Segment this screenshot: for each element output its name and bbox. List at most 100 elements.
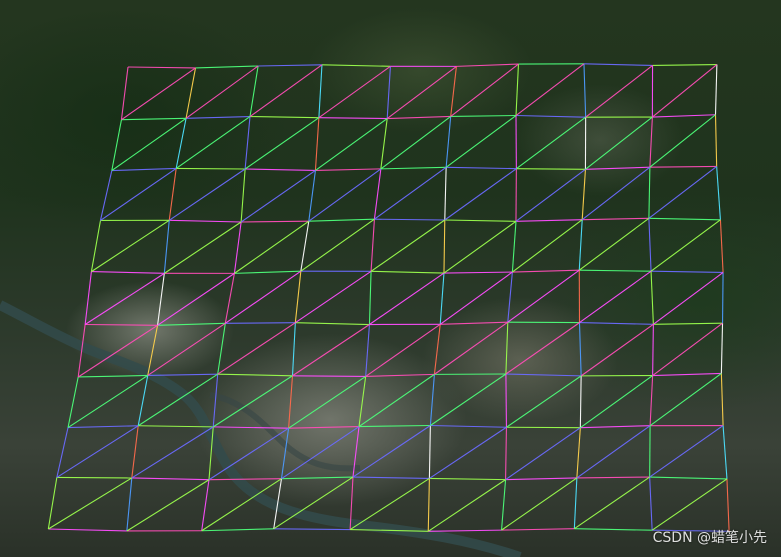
grid-vertical-segment — [111, 119, 122, 171]
grid-diagonal-segment — [157, 272, 235, 326]
grid-diagonal-segment — [295, 270, 372, 324]
grid-horizontal-segment — [444, 219, 516, 222]
grid-vertical-segment — [427, 478, 430, 532]
grid-diagonal-segment — [427, 479, 506, 532]
grid-vertical-segment — [244, 116, 251, 170]
grid-diagonal-segment — [581, 166, 651, 221]
grid-horizontal-segment — [292, 375, 366, 377]
grid-horizontal-segment — [428, 529, 502, 532]
grid-vertical-segment — [439, 273, 445, 325]
grid-diagonal-segment — [585, 65, 653, 118]
watermark: CSDN @蜡笔小先 — [652, 530, 767, 546]
grid-diagonal-segment — [369, 272, 445, 325]
grid-horizontal-segment — [583, 63, 653, 67]
grid-vertical-segment — [308, 170, 316, 222]
grid-vertical-segment — [578, 322, 582, 376]
grid-diagonal-segment — [450, 63, 519, 117]
grid-vertical-segment — [429, 374, 435, 426]
grid-diagonal-segment — [208, 427, 289, 481]
grid-diagonal-segment — [386, 65, 457, 119]
grid-vertical-segment — [185, 67, 197, 119]
grid-vertical-segment — [288, 375, 294, 429]
grid-horizontal-segment — [318, 117, 388, 120]
grid-diagonal-segment — [185, 65, 259, 119]
grid-vertical-segment — [450, 66, 457, 117]
grid-horizontal-segment — [648, 217, 721, 221]
grid-horizontal-segment — [501, 528, 575, 531]
grid-horizontal-segment — [450, 114, 517, 118]
grid-diagonal-segment — [501, 477, 578, 531]
grid-diagonal-segment — [249, 64, 323, 117]
grid-diagonal-segment — [175, 116, 251, 169]
grid-horizontal-segment — [157, 322, 226, 326]
grid-diagonal-segment — [512, 219, 583, 273]
grid-diagonal-segment — [444, 168, 517, 221]
grid-diagonal-segment — [580, 323, 654, 377]
grid-diagonal-segment — [244, 117, 320, 170]
grid-vertical-segment — [576, 427, 581, 478]
grid-horizontal-segment — [138, 425, 214, 428]
grid-diagonal-segment — [349, 477, 430, 531]
grid-diagonal-segment — [380, 116, 452, 170]
grid-vertical-segment — [240, 168, 246, 223]
grid-horizontal-segment — [48, 528, 127, 532]
grid-vertical-segment — [386, 66, 391, 119]
grid-horizontal-segment — [85, 323, 158, 326]
grid-diagonal-segment — [652, 322, 723, 376]
grid-diagonal-segment — [315, 118, 388, 171]
grid-vertical-segment — [99, 170, 113, 221]
grid-diagonal-segment — [653, 271, 724, 325]
grid-diagonal-segment — [77, 324, 158, 378]
grid-vertical-segment — [358, 376, 367, 427]
grid-vertical-segment — [648, 167, 651, 219]
grid-diagonal-segment — [430, 373, 507, 426]
grid-horizontal-segment — [574, 528, 653, 531]
grid-vertical-segment — [722, 425, 728, 479]
grid-diagonal-segment — [234, 220, 310, 274]
grid-diagonal-segment — [288, 375, 366, 429]
grid-horizontal-segment — [516, 168, 586, 170]
grid-diagonal-segment — [505, 427, 581, 481]
grid-vertical-segment — [131, 425, 139, 478]
grid-horizontal-segment — [651, 270, 724, 273]
grid-vertical-segment — [515, 64, 520, 116]
grid-diagonal-segment — [649, 425, 724, 478]
grid-diagonal-segment — [648, 166, 717, 219]
grid-horizontal-segment — [579, 269, 652, 272]
grid-vertical-segment — [505, 374, 507, 428]
grid-horizontal-segment — [245, 168, 316, 171]
grid-diagonal-segment — [121, 67, 196, 121]
grid-vertical-segment — [273, 478, 283, 529]
grid-horizontal-segment — [579, 322, 654, 325]
grid-horizontal-segment — [652, 372, 722, 377]
grid-vertical-segment — [90, 220, 102, 272]
grid-vertical-segment — [444, 167, 447, 221]
grid-diagonal-segment — [308, 168, 382, 222]
grid-vertical-segment — [233, 221, 242, 274]
grid-horizontal-segment — [131, 477, 210, 481]
grid-vertical-segment — [443, 219, 446, 274]
grid-diagonal-segment — [439, 271, 513, 325]
grid-vertical-segment — [505, 427, 507, 480]
grid-diagonal-segment — [506, 375, 582, 428]
grid-vertical-segment — [137, 375, 149, 426]
grid-vertical-segment — [428, 425, 431, 479]
grid-horizontal-segment — [217, 373, 293, 377]
grid-diagonal-segment — [100, 167, 177, 221]
grid-horizontal-segment — [225, 322, 296, 324]
grid-vertical-segment — [157, 273, 165, 326]
grid-vertical-segment — [249, 65, 259, 117]
grid-vertical-segment — [581, 169, 586, 220]
grid-horizontal-segment — [585, 166, 650, 170]
grid-diagonal-segment — [515, 168, 586, 222]
grid-horizontal-segment — [68, 425, 139, 429]
grid-horizontal-segment — [653, 322, 723, 325]
grid-vertical-segment — [714, 64, 718, 115]
grid-vertical-segment — [648, 218, 652, 272]
grid-vertical-segment — [721, 272, 724, 324]
grid-vertical-segment — [649, 117, 653, 168]
grid-horizontal-segment — [430, 424, 507, 428]
grid-diagonal-segment — [212, 375, 293, 428]
grid-horizontal-segment — [380, 166, 447, 170]
grid-vertical-segment — [67, 376, 79, 428]
